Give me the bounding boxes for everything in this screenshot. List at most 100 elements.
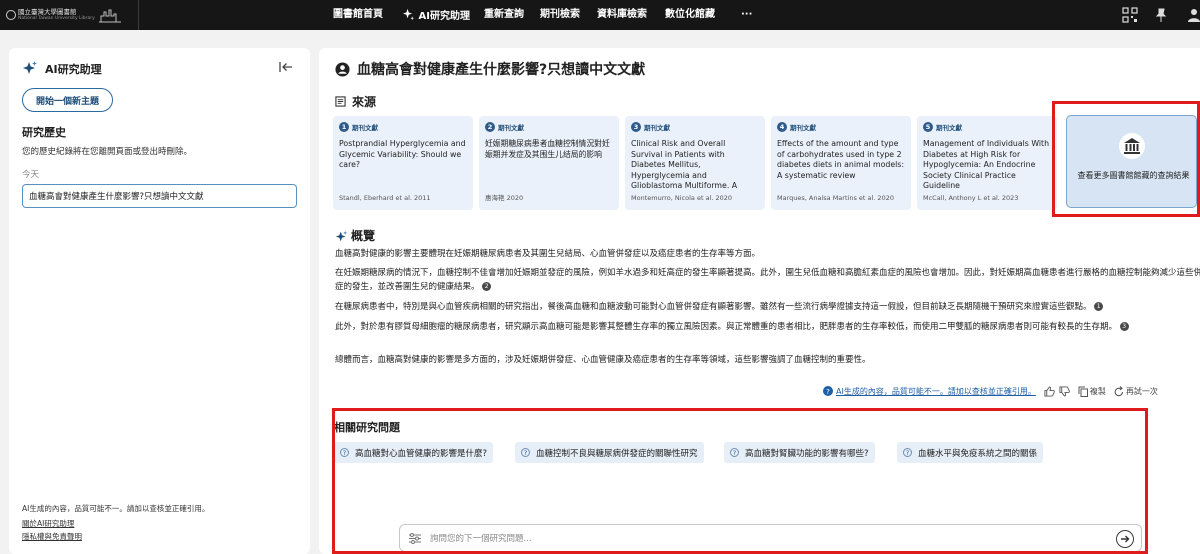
sparkle-icon <box>335 230 348 242</box>
question-mark-icon: ? <box>340 448 349 457</box>
ai-disclaimer-link[interactable]: AI生成的內容，品質可能不一。請加以查核並正確引用。 <box>836 386 1036 397</box>
library-logo[interactable]: 國立臺灣大學圖書館 National Taiwan University Lib… <box>6 4 128 26</box>
source-number-badge: 1 <box>339 122 349 132</box>
source-number-badge: 5 <box>923 122 933 132</box>
history-note: 您的歷史紀錄將在您離開頁面或登出時刪除。 <box>22 147 193 157</box>
pin-icon[interactable] <box>1153 7 1169 23</box>
logo-text-zh: 國立臺灣大學圖書館 <box>18 7 77 16</box>
top-navigation-bar: 國立臺灣大學圖書館 National Taiwan University Lib… <box>0 0 1200 30</box>
send-button[interactable] <box>1116 530 1134 548</box>
citation-marker[interactable]: 3 <box>1119 322 1129 331</box>
citation-marker[interactable]: 1 <box>1094 302 1104 311</box>
source-author: 惠海艳 2020 <box>485 194 524 202</box>
copy-icon <box>1078 386 1088 397</box>
thumbs-up-button[interactable] <box>1044 385 1055 397</box>
summary-paragraph: 在妊娠期糖尿病的情況下，血糖控制不佳會增加妊娠期並發症的風險，例如羊水過多和妊高… <box>335 268 1200 292</box>
library-building-icon <box>1119 133 1145 159</box>
retry-icon <box>1114 385 1123 396</box>
source-number-badge: 3 <box>631 122 641 132</box>
source-type: 期刊文獻 <box>644 124 670 132</box>
more-results-label: 查看更多圖書館館藏的查詢結果 <box>1077 171 1190 180</box>
question-mark-icon: ? <box>730 448 739 457</box>
source-card[interactable]: 4 期刊文獻 Effects of the amount and type of … <box>771 116 911 210</box>
summary-paragraph: 在糖尿病患者中，特別是與心血管疾病相關的研究指出，餐後高血糖和血糖波動可能對心血… <box>335 301 1104 315</box>
source-author: Standl, Eberhard et al. 2011 <box>339 194 431 202</box>
sparkle-icon <box>402 8 415 21</box>
question-mark-icon: ? <box>903 448 912 457</box>
nav-new-search[interactable]: 重新查詢 <box>484 8 524 22</box>
divider <box>138 0 139 30</box>
collapse-sidebar-icon[interactable] <box>279 61 293 73</box>
thumbs-down-button[interactable] <box>1059 385 1070 397</box>
history-heading: 研究歷史 <box>22 126 66 139</box>
logo-text-en: National Taiwan University Library <box>18 16 95 21</box>
svg-text:?: ? <box>826 388 830 396</box>
main-panel: 血糖高會對健康產生什麼影響?只想讀中文文獻 來源 1 期刊文獻 Postprand… <box>319 48 1200 554</box>
arrow-right-icon <box>1120 535 1129 542</box>
source-card[interactable]: 3 期刊文獻 Clinical Risk and Overall Survival… <box>625 116 765 210</box>
thumbs-down-icon <box>1059 385 1070 397</box>
related-question-chip[interactable]: ? 血糖控制不良與糖尿病併發症的關聯性研究 <box>515 442 704 463</box>
nav-more-menu[interactable]: ··· <box>741 8 752 22</box>
sources-list-icon <box>335 96 346 107</box>
citation-marker[interactable]: 2 <box>482 281 492 291</box>
ask-box <box>399 524 1142 552</box>
sidebar-disclaimer: AI生成的內容，品質可能不一。請加以查核並正確引用。 <box>22 504 210 513</box>
library-building-icon <box>98 9 121 23</box>
nav-ai-research-assistant[interactable]: AI研究助理 <box>402 8 470 24</box>
source-type: 期刊文獻 <box>352 124 378 132</box>
related-question-chip[interactable]: ? 高血糖對腎臟功能的影響有哪些? <box>724 442 875 463</box>
source-type: 期刊文獻 <box>790 124 816 132</box>
source-card[interactable]: 2 期刊文獻 妊娠期糖尿病患者血糖控制情況對妊娠期并发症及其围生儿结局的影响 惠海… <box>479 116 619 210</box>
history-item[interactable]: 血糖高會對健康產生什麼影響?只想讀中文文獻 <box>22 184 297 208</box>
sparkle-icon <box>23 61 37 74</box>
retry-button[interactable]: 再試一次 <box>1114 385 1158 397</box>
thumbs-up-icon <box>1044 385 1055 397</box>
copy-label: 複製 <box>1089 386 1106 396</box>
source-number-badge: 2 <box>485 122 495 132</box>
source-type: 期刊文獻 <box>498 124 524 132</box>
summary-paragraph: 總體而言，血糖高對健康的影響是多方面的，涉及妊娠期併發症、心血管健康及癌症患者的… <box>335 355 871 365</box>
new-topic-button[interactable]: 開始一個新主題 <box>22 88 113 112</box>
source-type: 期刊文獻 <box>936 124 962 132</box>
today-label: 今天 <box>22 170 40 180</box>
source-title: Postprandial Hyperglycemia and Glycemic … <box>339 139 466 169</box>
retry-label: 再試一次 <box>1125 386 1158 396</box>
qr-code-icon[interactable] <box>1122 7 1138 23</box>
query-title: 血糖高會對健康產生什麼影響?只想讀中文文獻 <box>357 62 646 78</box>
filter-sliders-icon[interactable] <box>408 532 422 545</box>
source-title: 妊娠期糖尿病患者血糖控制情況對妊娠期并发症及其围生儿结局的影响 <box>485 139 610 159</box>
sources-heading: 來源 <box>352 95 377 109</box>
source-card[interactable]: 5 期刊文獻 Management of Individuals With Dia… <box>917 116 1057 210</box>
related-question-chip[interactable]: ? 高血糖對心血管健康的影響是什麼? <box>334 442 494 463</box>
answer-actions-row: ? AI生成的內容，品質可能不一。請加以查核並正確引用。 複製 再試一次 <box>823 384 1158 398</box>
source-author: McCall, Anthony L et al. 2023 <box>923 194 1019 202</box>
nav-library-home[interactable]: 圖書館首頁 <box>333 8 383 22</box>
source-author: Marques, Anaísa Martins et al. 2020 <box>777 194 894 202</box>
copy-button[interactable]: 複製 <box>1078 386 1106 397</box>
privacy-disclaimer-link[interactable]: 隱私權與免責聲明 <box>22 531 82 542</box>
nav-journal-search[interactable]: 期刊檢索 <box>540 8 580 22</box>
source-author: Montemurro, Nicola et al. 2020 <box>631 194 733 202</box>
university-seal-icon <box>6 10 16 20</box>
user-avatar-icon <box>335 62 350 77</box>
next-question-input[interactable] <box>430 531 1090 547</box>
related-question-chip[interactable]: ? 血糖水平與免疫系統之間的關係 <box>897 442 1044 463</box>
summary-paragraph: 此外，對於患有膠質母細胞瘤的糖尿病患者，研究顯示高血糖可能是影響其整體生存率的獨… <box>335 321 1200 335</box>
summary-paragraph: 血糖高對健康的影響主要體現在妊娠期糖尿病患者及其圍生兒結局、心血管併發症以及癌症… <box>335 249 761 259</box>
help-circle-icon: ? <box>823 386 833 396</box>
source-title: Effects of the amount and type of carboh… <box>777 139 905 180</box>
source-number-badge: 4 <box>777 122 787 132</box>
more-library-results-card[interactable]: 查看更多圖書館館藏的查詢結果 <box>1066 115 1197 208</box>
user-icon[interactable] <box>1186 7 1200 23</box>
sidebar: AI研究助理 開始一個新主題 研究歷史 您的歷史紀錄將在您離開頁面或登出時刪除。… <box>9 48 310 554</box>
summary-heading: 概覽 <box>351 229 376 243</box>
nav-database-search[interactable]: 資料庫檢索 <box>597 8 647 22</box>
nav-ai-label: AI研究助理 <box>418 11 470 22</box>
source-card[interactable]: 1 期刊文獻 Postprandial Hyperglycemia and Gly… <box>333 116 473 210</box>
source-title: Clinical Risk and Overall Survival in Pa… <box>631 139 738 190</box>
nav-digital-collections[interactable]: 數位化館藏 <box>665 8 715 22</box>
about-ai-assistant-link[interactable]: 關於AI研究助理 <box>22 518 74 529</box>
source-title: Management of Individuals With Diabetes … <box>923 139 1050 190</box>
question-mark-icon: ? <box>521 448 530 457</box>
